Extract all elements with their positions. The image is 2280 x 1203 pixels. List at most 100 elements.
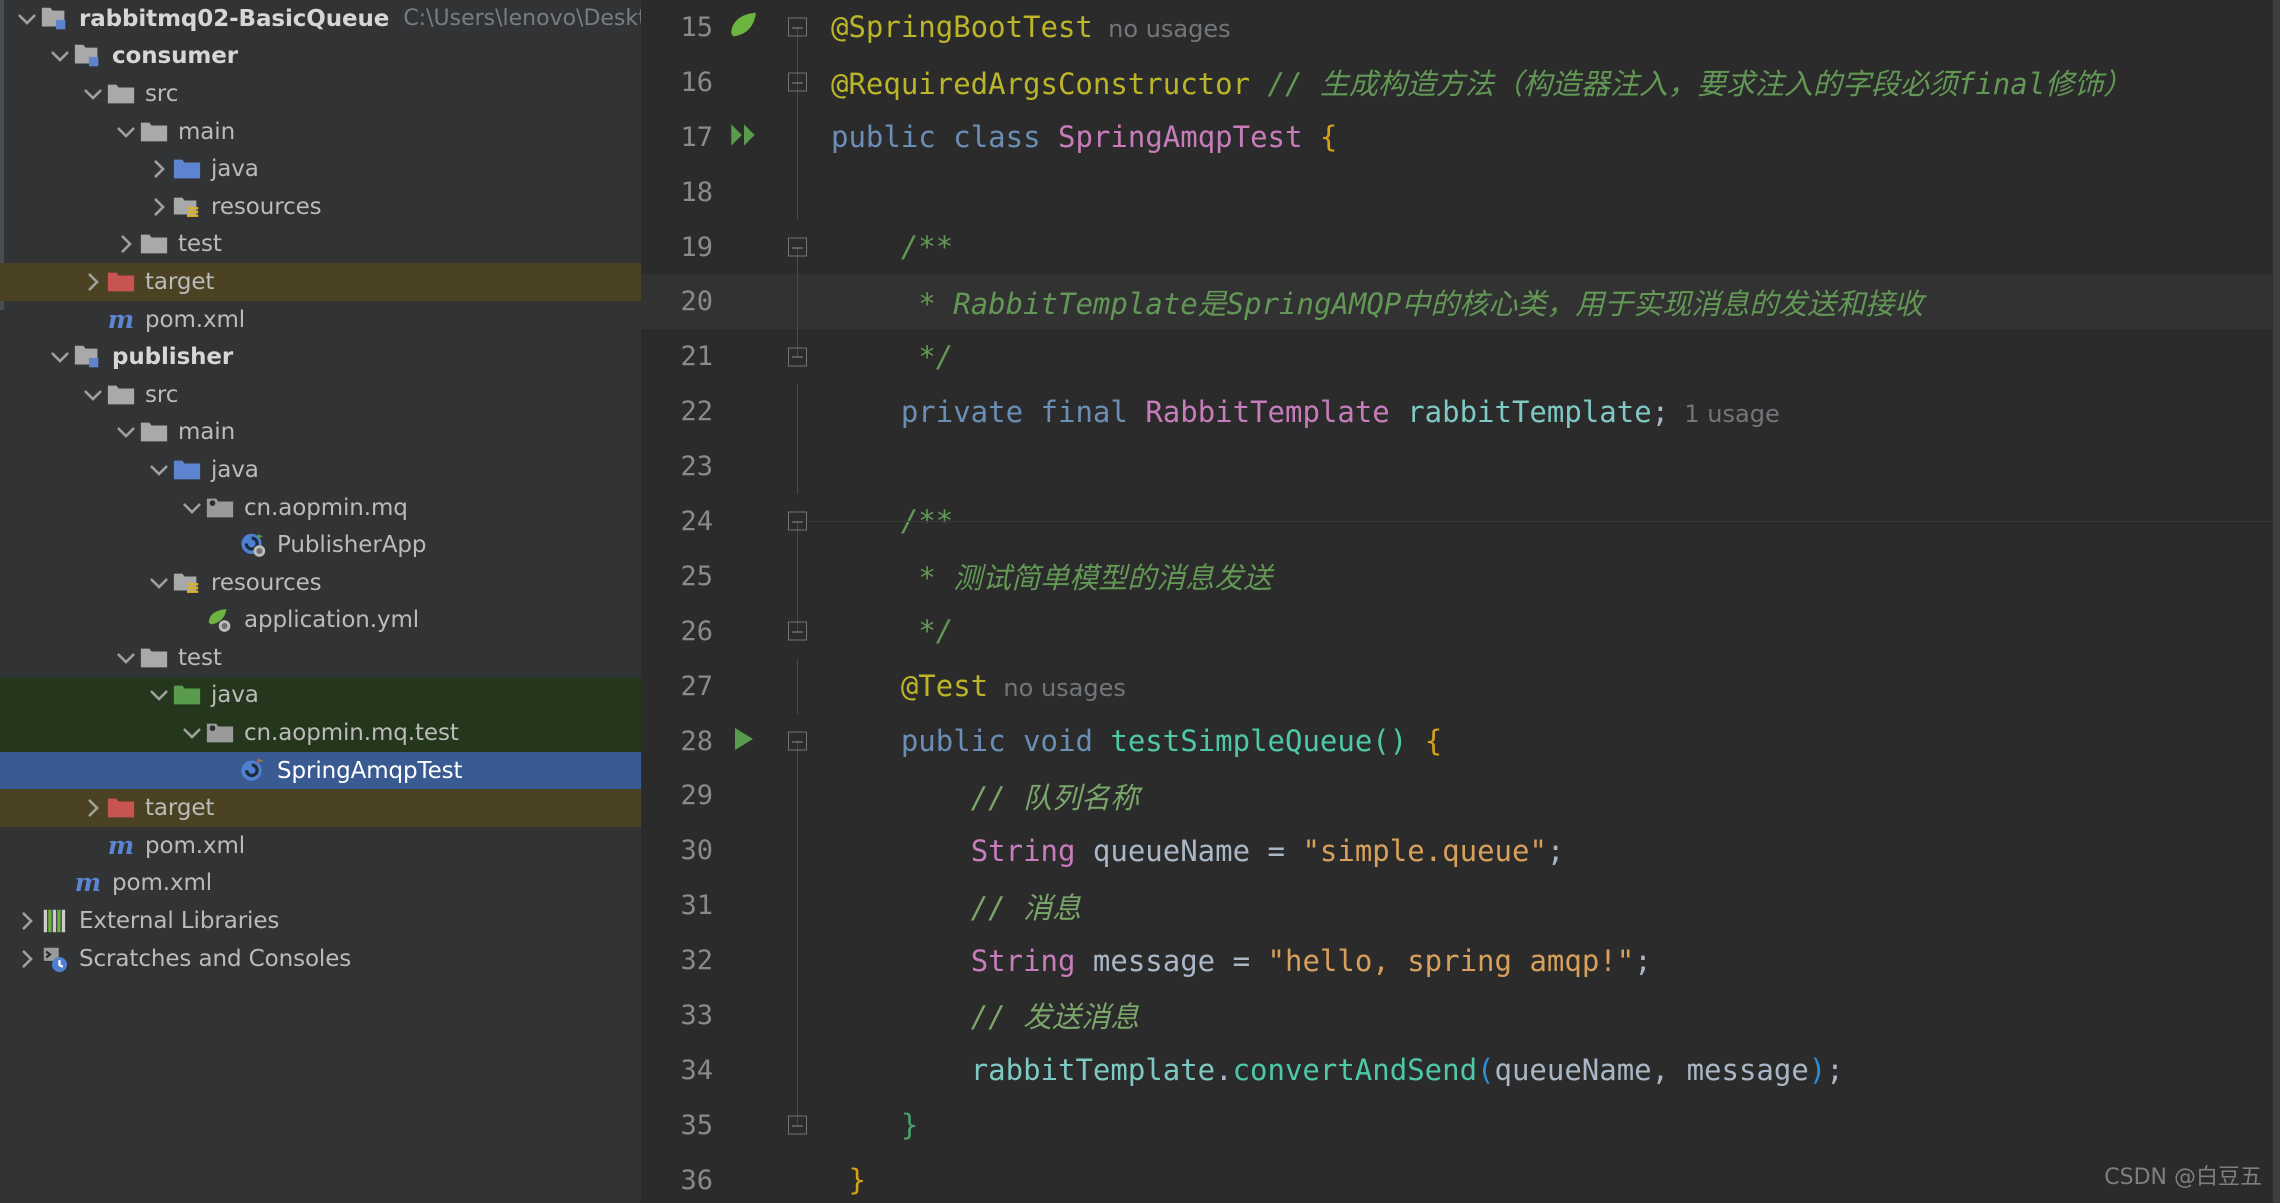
code-line-30[interactable]: 30 String queueName = "simple.queue"; <box>641 823 2280 879</box>
tree-item-resources[interactable]: resources <box>0 564 641 602</box>
code-line-20[interactable]: 20 * RabbitTemplate是SpringAMQP中的核心类，用于实现… <box>641 274 2280 330</box>
code-line-35[interactable]: 35 } <box>641 1097 2280 1153</box>
code-text[interactable]: private final RabbitTemplate rabbitTempl… <box>817 395 2280 429</box>
code-line-22[interactable]: 22 private final RabbitTemplate rabbitTe… <box>641 384 2280 440</box>
code-line-15[interactable]: 15 @SpringBootTest no usages <box>641 0 2280 55</box>
chevron-down-icon[interactable] <box>80 382 106 408</box>
code-text[interactable]: @SpringBootTest no usages <box>817 10 2280 44</box>
chevron-right-icon[interactable] <box>113 231 139 257</box>
tree-item-src[interactable]: src <box>0 75 641 113</box>
tree-item-java[interactable]: java <box>0 451 641 489</box>
code-line-29[interactable]: 29 // 队列名称 <box>641 768 2280 824</box>
chevron-down-icon[interactable] <box>113 119 139 145</box>
tree-item-consumer[interactable]: consumer <box>0 38 641 76</box>
code-text[interactable]: // 消息 <box>817 885 2280 927</box>
code-line-27[interactable]: 27 @Test no usages <box>641 658 2280 714</box>
tree-item-pom-xml[interactable]: m pom.xml <box>0 827 641 865</box>
code-line-28[interactable]: 28 public void testSimpleQueue() { <box>641 714 2280 769</box>
tree-item-springamqptest[interactable]: SpringAmqpTest <box>0 751 641 790</box>
tree-item-publisher[interactable]: publisher <box>0 338 641 376</box>
code-line-17[interactable]: 17 public class SpringAmqpTest { <box>641 109 2280 165</box>
tree-item-test[interactable]: test <box>0 639 641 677</box>
code-line-26[interactable]: 26 */ <box>641 603 2280 659</box>
chevron-right-icon[interactable] <box>146 156 172 182</box>
code-line-32[interactable]: 32 String message = "hello, spring amqp!… <box>641 933 2280 989</box>
code-text[interactable]: @RequiredArgsConstructor // 生成构造方法（构造器注入… <box>817 61 2280 103</box>
project-tree[interactable]: rabbitmq02-BasicQueue C:\Users\lenovo\Des… <box>0 0 641 977</box>
code-line-31[interactable]: 31 // 消息 <box>641 878 2280 934</box>
chevron-down-icon[interactable] <box>47 43 73 69</box>
tree-item-scratches-and-consoles[interactable]: Scratches and Consoles <box>0 940 641 978</box>
code-text[interactable]: String queueName = "simple.queue"; <box>817 834 2280 868</box>
fold-marker[interactable] <box>775 0 817 55</box>
code-text[interactable]: rabbitTemplate.convertAndSend(queueName,… <box>817 1053 2280 1087</box>
code-line-36[interactable]: 36 } <box>641 1153 2280 1203</box>
tree-item-cn-aopmin-mq[interactable]: cn.aopmin.mq <box>0 489 641 527</box>
fold-marker[interactable] <box>775 220 817 275</box>
fold-marker[interactable] <box>775 1097 817 1153</box>
tree-item-main[interactable]: main <box>0 414 641 452</box>
code-line-19[interactable]: 19 /** <box>641 220 2280 275</box>
tree-item-main[interactable]: main <box>0 113 641 151</box>
chevron-right-icon[interactable] <box>14 908 40 934</box>
code-text[interactable]: @Test no usages <box>817 669 2280 703</box>
chevron-down-icon[interactable] <box>146 570 172 596</box>
code-text[interactable]: public class SpringAmqpTest { <box>817 120 2280 154</box>
chevron-right-icon[interactable] <box>80 269 106 295</box>
tree-item-pom-xml[interactable]: m pom.xml <box>0 865 641 903</box>
tree-item-target[interactable]: target <box>0 263 641 301</box>
spring-bean-icon[interactable] <box>721 0 775 55</box>
chevron-down-icon[interactable] <box>179 720 205 746</box>
code-text[interactable]: // 发送消息 <box>817 994 2280 1036</box>
tree-item-java[interactable]: java <box>0 150 641 188</box>
code-text[interactable]: * 测试简单模型的消息发送 <box>817 555 2280 597</box>
tree-item-cn-aopmin-mq-test[interactable]: cn.aopmin.mq.test <box>0 714 641 752</box>
chevron-down-icon[interactable] <box>113 645 139 671</box>
code-line-21[interactable]: 21 */ <box>641 329 2280 384</box>
code-line-33[interactable]: 33 // 发送消息 <box>641 988 2280 1043</box>
fold-marker[interactable] <box>775 603 817 659</box>
tree-item-src[interactable]: src <box>0 376 641 414</box>
fold-marker[interactable] <box>775 714 817 769</box>
chevron-down-icon[interactable] <box>179 495 205 521</box>
tree-item-external-libraries[interactable]: External Libraries <box>0 902 641 940</box>
code-text[interactable]: String message = "hello, spring amqp!"; <box>817 944 2280 978</box>
chevron-right-icon[interactable] <box>80 795 106 821</box>
project-tool-window[interactable]: rabbitmq02-BasicQueue C:\Users\lenovo\Des… <box>0 0 641 1203</box>
tree-item-test[interactable]: test <box>0 226 641 264</box>
run-test-icon[interactable] <box>721 714 775 769</box>
chevron-down-icon[interactable] <box>47 344 73 370</box>
chevron-down-icon[interactable] <box>113 419 139 445</box>
fold-marker[interactable] <box>775 329 817 384</box>
tree-item-pom-xml[interactable]: m pom.xml <box>0 301 641 339</box>
chevron-down-icon[interactable] <box>146 682 172 708</box>
code-text[interactable]: } <box>817 1108 2280 1142</box>
chevron-down-icon[interactable] <box>146 457 172 483</box>
tree-item-java[interactable]: java <box>0 676 641 715</box>
code-text[interactable]: } <box>817 1163 2280 1197</box>
code-text[interactable]: */ <box>817 340 2280 374</box>
tree-item-rabbitmq02-basicqueue[interactable]: rabbitmq02-BasicQueue C:\Users\lenovo\Des… <box>0 0 641 38</box>
code-line-25[interactable]: 25 * 测试简单模型的消息发送 <box>641 548 2280 604</box>
tree-item-application-yml[interactable]: application.yml <box>0 602 641 640</box>
code-line-16[interactable]: 16 @RequiredArgsConstructor // 生成构造方法（构造器… <box>641 54 2280 110</box>
code-editor[interactable]: 15 @SpringBootTest no usages 16 @RequiredAr… <box>641 0 2280 1203</box>
chevron-down-icon[interactable] <box>14 6 40 32</box>
code-line-18[interactable]: 18 <box>641 164 2280 220</box>
code-line-34[interactable]: 34 rabbitTemplate.convertAndSend(queueNa… <box>641 1042 2280 1098</box>
chevron-right-icon[interactable] <box>14 946 40 972</box>
code-text[interactable]: * RabbitTemplate是SpringAMQP中的核心类，用于实现消息的… <box>817 281 2280 323</box>
code-line-24[interactable]: 24 /** <box>641 494 2280 549</box>
code-text[interactable]: public void testSimpleQueue() { <box>817 724 2280 758</box>
run-all-icon[interactable] <box>721 110 775 165</box>
tree-item-publisherapp[interactable]: PublisherApp <box>0 526 641 564</box>
fold-marker[interactable] <box>775 494 817 549</box>
tree-item-resources[interactable]: resources <box>0 188 641 226</box>
code-text[interactable]: // 队列名称 <box>817 775 2280 817</box>
code-lines[interactable]: 15 @SpringBootTest no usages 16 @RequiredAr… <box>641 0 2280 1203</box>
code-line-23[interactable]: 23 <box>641 439 2280 495</box>
tree-item-target[interactable]: target <box>0 789 641 828</box>
code-text[interactable]: /** <box>817 230 2280 264</box>
chevron-down-icon[interactable] <box>80 81 106 107</box>
chevron-right-icon[interactable] <box>146 194 172 220</box>
